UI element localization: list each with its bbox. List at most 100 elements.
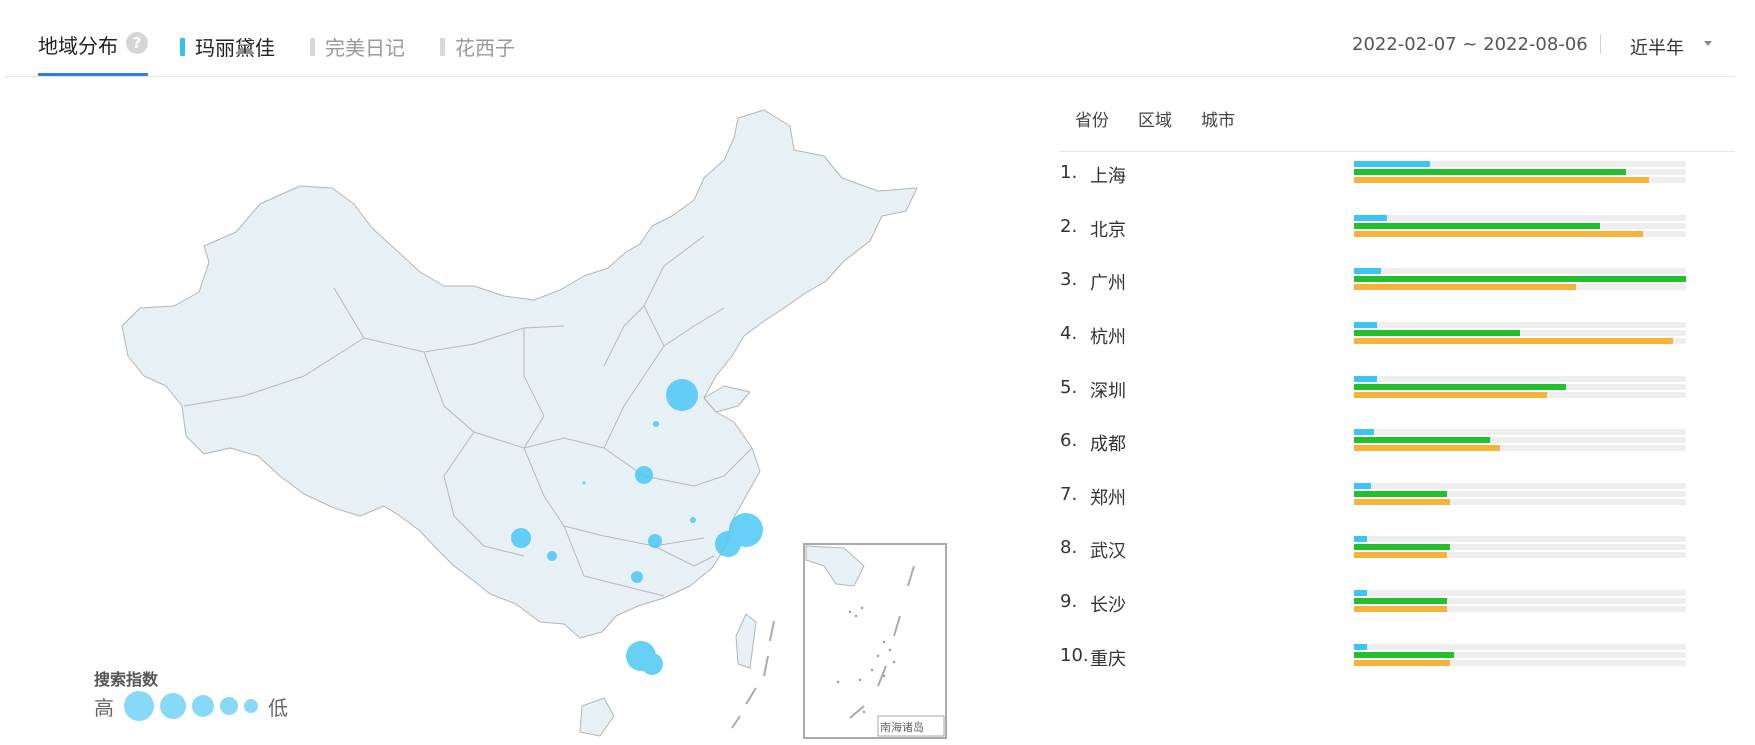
tab-title: 地域分布 bbox=[38, 34, 118, 58]
header-divider bbox=[1600, 34, 1601, 54]
bar-track bbox=[1354, 284, 1686, 290]
bubble-hefei[interactable] bbox=[690, 517, 696, 523]
bar-track bbox=[1354, 644, 1686, 650]
ranking-row[interactable]: 7. 郑州 bbox=[1060, 476, 1720, 516]
bar-track bbox=[1354, 445, 1686, 451]
bar-track bbox=[1354, 429, 1686, 435]
ranking-row[interactable]: 2. 北京 bbox=[1060, 208, 1720, 248]
city-name: 成都 bbox=[1090, 434, 1126, 455]
bar-track bbox=[1354, 660, 1686, 666]
city-name: 长沙 bbox=[1090, 595, 1126, 616]
bubble-beijing[interactable] bbox=[666, 379, 698, 411]
help-icon[interactable]: ? bbox=[126, 32, 148, 54]
ranking-row[interactable]: 5. 深圳 bbox=[1060, 369, 1720, 409]
bar-track bbox=[1354, 536, 1686, 542]
bubble-zhengzhou[interactable] bbox=[635, 466, 653, 484]
bubble-wuhan[interactable] bbox=[648, 534, 662, 548]
bar-track bbox=[1354, 392, 1686, 398]
hainan-shape bbox=[579, 697, 615, 737]
ranking-row[interactable]: 8. 武汉 bbox=[1060, 529, 1720, 569]
ranking-row[interactable]: 3. 广州 bbox=[1060, 261, 1720, 301]
city-name: 重庆 bbox=[1090, 649, 1126, 670]
subtab-city[interactable]: 城市 bbox=[1201, 106, 1235, 131]
brand-tab-2[interactable]: 完美日记 bbox=[310, 32, 405, 61]
bar-track bbox=[1354, 169, 1686, 175]
bubble-hangzhou[interactable] bbox=[715, 531, 741, 557]
subtab-region[interactable]: 区域 bbox=[1138, 106, 1172, 131]
brand-color-marker bbox=[180, 37, 185, 56]
bubble-shijiazhuang[interactable] bbox=[653, 421, 659, 427]
bar-track bbox=[1354, 437, 1686, 443]
bar-track bbox=[1354, 544, 1686, 550]
brand-label: 完美日记 bbox=[325, 36, 405, 60]
city-name: 杭州 bbox=[1090, 327, 1126, 348]
brand-tab-3[interactable]: 花西子 bbox=[440, 32, 515, 61]
bubble-chengdu[interactable] bbox=[511, 528, 531, 548]
legend-scale: 高 低 bbox=[94, 690, 288, 722]
south-china-sea-inset bbox=[803, 543, 947, 739]
china-mainland-shape bbox=[121, 109, 918, 639]
region-subtabs: 省份 区域 城市 bbox=[1075, 106, 1235, 131]
bar-track bbox=[1354, 177, 1686, 183]
ranking-row[interactable]: 10. 重庆 bbox=[1060, 637, 1720, 677]
bar-track bbox=[1354, 606, 1686, 612]
subtab-province[interactable]: 省份 bbox=[1075, 106, 1109, 131]
bubble-shenzhen[interactable] bbox=[641, 653, 663, 675]
bar-fill-b bbox=[1354, 384, 1566, 390]
bar-fill-b bbox=[1354, 330, 1520, 336]
legend-dot bbox=[192, 695, 214, 717]
bar-track bbox=[1354, 598, 1686, 604]
bar-fill-c bbox=[1354, 660, 1450, 666]
bar-fill-c bbox=[1354, 445, 1500, 451]
bar-track bbox=[1354, 338, 1686, 344]
rank-number: 1. bbox=[1060, 162, 1078, 183]
brand-tab-1[interactable]: 玛丽黛佳 bbox=[180, 32, 275, 61]
period-select[interactable]: 近半年 bbox=[1630, 34, 1684, 60]
ranking-row[interactable]: 9. 长沙 bbox=[1060, 583, 1720, 623]
bar-track bbox=[1354, 483, 1686, 489]
subtab-divider bbox=[1060, 151, 1735, 152]
bar-track bbox=[1354, 384, 1686, 390]
rank-number: 4. bbox=[1060, 323, 1078, 344]
brand-label: 玛丽黛佳 bbox=[195, 36, 275, 60]
city-name: 郑州 bbox=[1090, 488, 1126, 509]
region-distribution-panel: 地域分布 ? 玛丽黛佳 完美日记 花西子 2022-02-07 ~ 2022-0… bbox=[4, 4, 1751, 741]
rank-number: 7. bbox=[1060, 484, 1078, 505]
china-map bbox=[121, 109, 947, 739]
bar-track bbox=[1354, 161, 1686, 167]
bar-track bbox=[1354, 223, 1686, 229]
bar-fill-a bbox=[1354, 590, 1367, 596]
bubble-changsha[interactable] bbox=[631, 571, 643, 583]
bar-track bbox=[1354, 322, 1686, 328]
bar-fill-a bbox=[1354, 644, 1367, 650]
bar-track bbox=[1354, 231, 1686, 237]
inset-label: 南海诸岛 bbox=[880, 721, 924, 734]
bar-fill-b bbox=[1354, 276, 1686, 282]
rank-number: 10. bbox=[1060, 645, 1089, 666]
rank-number: 6. bbox=[1060, 430, 1078, 451]
bar-track bbox=[1354, 376, 1686, 382]
bar-fill-b bbox=[1354, 652, 1454, 658]
bar-fill-b bbox=[1354, 491, 1447, 497]
bar-fill-c bbox=[1354, 552, 1447, 558]
bar-fill-a bbox=[1354, 268, 1381, 274]
bubble-lanzhou[interactable] bbox=[582, 481, 586, 485]
bar-track bbox=[1354, 268, 1686, 274]
ranking-row[interactable]: 1. 上海 bbox=[1060, 154, 1720, 194]
bar-fill-c bbox=[1354, 338, 1673, 344]
bar-track bbox=[1354, 652, 1686, 658]
legend-title: 搜索指数 bbox=[94, 670, 159, 689]
bar-track bbox=[1354, 276, 1686, 282]
ranking-row[interactable]: 4. 杭州 bbox=[1060, 315, 1720, 355]
ranking-row[interactable]: 6. 成都 bbox=[1060, 422, 1720, 462]
chevron-down-icon[interactable] bbox=[1704, 41, 1712, 46]
bubble-chongqing[interactable] bbox=[547, 551, 557, 561]
city-name: 广州 bbox=[1090, 273, 1126, 294]
bar-track bbox=[1354, 590, 1686, 596]
brand-label: 花西子 bbox=[455, 36, 515, 60]
tab-region-distribution[interactable]: 地域分布 ? bbox=[38, 30, 148, 76]
date-range[interactable]: 2022-02-07 ~ 2022-08-06 bbox=[1352, 34, 1588, 55]
bar-fill-c bbox=[1354, 499, 1450, 505]
bar-fill-c bbox=[1354, 284, 1576, 290]
bar-fill-a bbox=[1354, 536, 1367, 542]
